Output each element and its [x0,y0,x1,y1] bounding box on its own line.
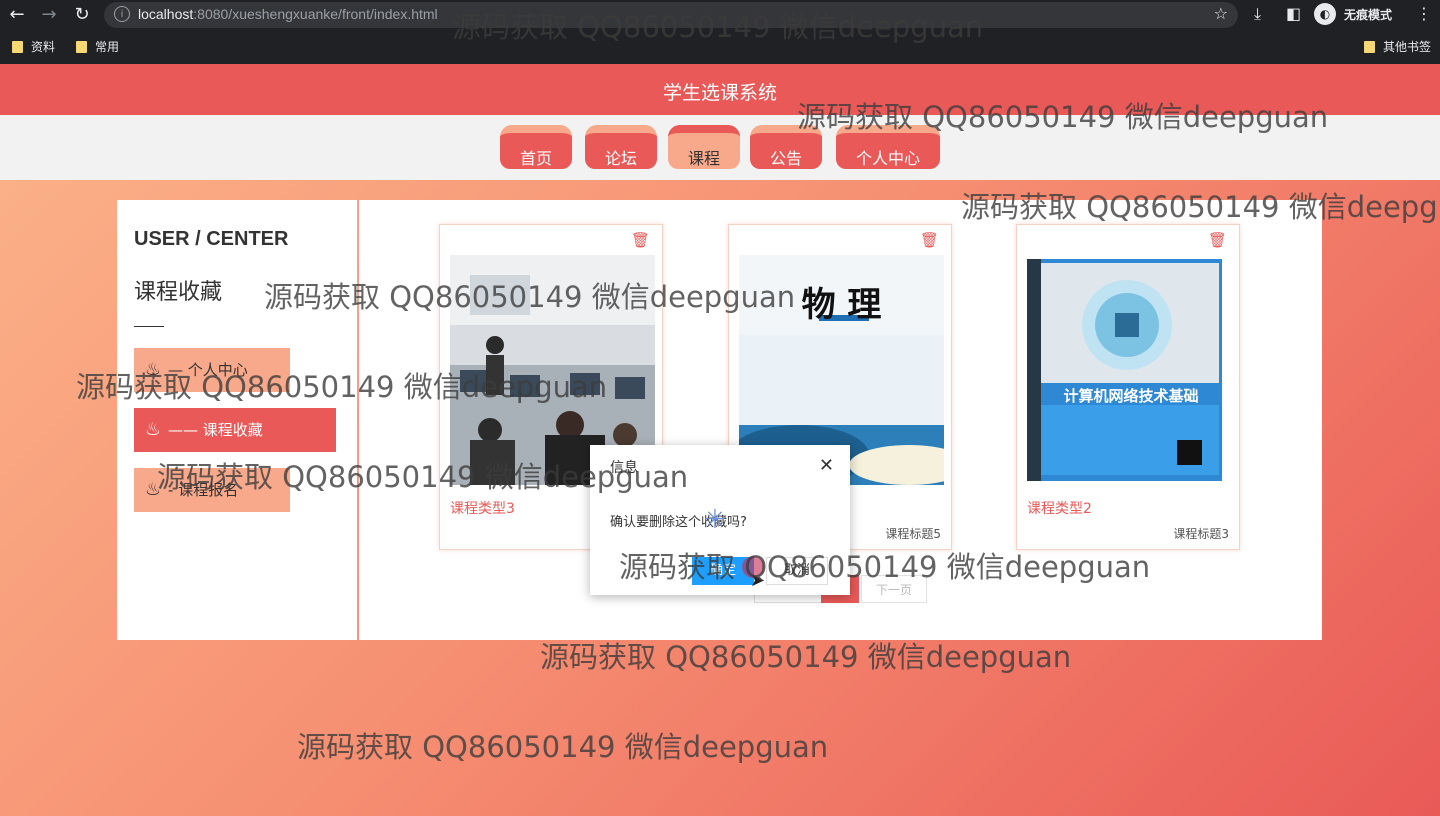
sidebar-item-favorites[interactable]: ♨ —— 课程收藏 [134,408,336,452]
sidebar-heading-en: USER / CENTER [134,228,289,250]
main-nav: 首页 论坛 课程 公告 个人中心 [0,115,1440,180]
url-host: localhost [138,6,194,22]
course-image[interactable]: 计算机网络技术基础 [1027,255,1232,485]
course-type: 课程类型3 [450,501,515,517]
sidebar-item-enrollment[interactable]: ♨ - 课程报名 [134,468,290,512]
bookmark-folder-1[interactable]: 资料 [12,38,55,55]
close-icon[interactable]: ✕ [819,455,834,476]
other-bookmarks[interactable]: 其他书签 [1364,38,1431,55]
sidebar-item-label: 课程收藏 [202,421,263,439]
sidebar-item-label: 课程报名 [178,481,239,499]
address-bar[interactable]: i localhost:8080/xueshengxuanke/front/in… [104,2,1238,28]
sidebar-heading: 课程收藏 [134,280,223,305]
flame-icon: ♨ [144,419,162,440]
incognito-icon: ◐ [1314,3,1336,25]
sidebar-item-user-center[interactable]: ♨ — 个人中心 [134,348,290,392]
site-header: 学生选课系统 [0,64,1440,115]
menu-icon[interactable]: ⋮ [1416,4,1432,23]
user-sidebar: USER / CENTER 课程收藏 ♨ — 个人中心 ♨ —— 课程收藏 ♨ - 课… [117,200,357,640]
bookmark-label: 资料 [31,40,56,54]
course-title: 课程标题3 [1173,527,1229,541]
other-bookmarks-label: 其他书签 [1383,40,1432,54]
bookmark-folder-2[interactable]: 常用 [76,38,119,55]
cover-title: 计算机网络技术基础 [1063,387,1199,405]
cancel-button[interactable]: 取消 [766,557,828,585]
nav-courses[interactable]: 课程 [668,125,740,169]
trash-icon[interactable]: 🗑 [1208,231,1227,249]
sidepanel-icon[interactable]: ◧ [1286,4,1301,23]
reload-icon[interactable]: ↻ [71,4,93,26]
cover-title: 物 理 [801,285,882,325]
pager-next[interactable]: 下一页 [861,575,927,603]
bookmark-label: 常用 [95,40,120,54]
sidebar-item-prefix: —— [168,421,198,439]
nav-home[interactable]: 首页 [500,125,572,169]
flame-icon: ♨ [144,359,162,380]
folder-icon [12,41,23,53]
nav-forum[interactable]: 论坛 [585,125,657,169]
confirm-dialog: 信息 ✕ 确认要删除这个收藏吗? ✳ 确定 取消 [590,445,850,595]
site-info-icon[interactable]: i [114,6,130,22]
dialog-title: 信息 [610,460,638,476]
back-icon[interactable]: ← [6,4,28,26]
course-type: 课程类型2 [1027,501,1092,517]
nav-user-center[interactable]: 个人中心 [836,125,940,169]
url-text[interactable]: localhost:8080/xueshengxuanke/front/inde… [138,6,438,22]
incognito-label: 无痕模式 [1344,8,1393,22]
sidebar-item-prefix: - [168,481,174,499]
dialog-message: 确认要删除这个收藏吗? [610,515,747,530]
bookmarks-bar: 资料 常用 其他书签 [0,34,1440,62]
trash-icon[interactable]: 🗑 [920,231,939,249]
page: 学生选课系统 首页 论坛 课程 公告 个人中心 USER / CENTER 课程… [0,64,1440,816]
sidebar-item-prefix: — [168,361,183,379]
divider [134,326,164,327]
course-card[interactable]: 🗑 计算机网络技术基础 课程类型2 课程标题3 [1016,224,1240,550]
browser-chrome: ← → ↻ i localhost:8080/xueshengxuanke/fr… [0,0,1440,64]
incognito-indicator[interactable]: ◐ 无痕模式 [1312,2,1430,26]
download-icon[interactable]: ⤓ [1254,4,1261,24]
url-path: :8080/xueshengxuanke/front/index.html [193,6,438,22]
folder-icon [1364,41,1375,53]
mouse-cursor-icon: ➤ [750,570,766,591]
flame-icon: ♨ [144,479,162,500]
forward-icon[interactable]: → [38,4,60,26]
sidebar-item-label: 个人中心 [187,361,248,379]
course-title: 课程标题5 [885,527,941,541]
site-title: 学生选课系统 [662,82,777,104]
nav-announcements[interactable]: 公告 [750,125,822,169]
folder-icon [76,41,87,53]
trash-icon[interactable]: 🗑 [631,231,650,249]
bookmark-star-icon[interactable]: ☆ [1214,4,1228,23]
loading-spinner-icon: ✳ [704,505,726,535]
browser-toolbar: ← → ↻ i localhost:8080/xueshengxuanke/fr… [0,0,1440,30]
